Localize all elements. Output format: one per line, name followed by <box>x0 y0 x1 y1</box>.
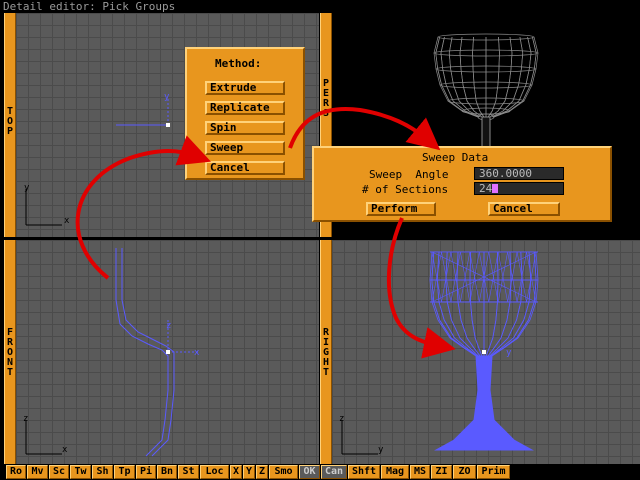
toolbar: Ro Mv Sc Tw Sh Tp Pi Bn St Loc X Y Z Smo OK Can Shft Mag M… <box>0 464 640 480</box>
sections-value: 24 <box>479 182 493 195</box>
axis-h-label: y <box>378 445 384 455</box>
label-char: T <box>322 367 330 378</box>
perform-button[interactable]: Perform <box>366 202 436 216</box>
svg-text:y: y <box>506 348 512 358</box>
svg-text:z: z <box>166 321 171 331</box>
viewport-label-right[interactable]: R I G H T <box>320 240 332 464</box>
toolbar-button-y[interactable]: Y <box>243 465 255 479</box>
toolbar-button-tw[interactable]: Tw <box>70 465 91 479</box>
toolbar-button-bn[interactable]: Bn <box>157 465 177 479</box>
method-menu: Method: Extrude Replicate Spin Sweep Can… <box>185 47 305 180</box>
viewport-label-top[interactable]: T O P <box>4 13 16 237</box>
sections-label: # of Sections <box>362 183 449 196</box>
toolbar-button-pi[interactable]: Pi <box>136 465 156 479</box>
toolbar-button-can[interactable]: Can <box>321 465 347 479</box>
toolbar-button-st[interactable]: St <box>178 465 199 479</box>
toolbar-button-ro[interactable]: Ro <box>6 465 26 479</box>
toolbar-button-prim[interactable]: Prim <box>477 465 510 479</box>
spin-button[interactable]: Spin <box>205 121 285 135</box>
sweep-angle-value: 360.0000 <box>479 167 532 180</box>
window-title: Detail editor: Pick Groups <box>0 0 640 13</box>
text-cursor <box>492 184 499 193</box>
front-profile-curve: z x <box>25 248 200 457</box>
axis-v-label: z <box>23 414 29 424</box>
toolbar-button-loc[interactable]: Loc <box>200 465 229 479</box>
svg-text:y: y <box>164 92 170 102</box>
toolbar-button-z[interactable]: Z <box>256 465 268 479</box>
axis-h-label: x <box>64 216 70 226</box>
axis-v-label: y <box>24 183 30 193</box>
viewport-right[interactable]: y y z <box>332 240 640 464</box>
cancel-sweep-button[interactable]: Cancel <box>488 202 560 216</box>
toolbar-button-ms[interactable]: MS <box>410 465 430 479</box>
label-char: T <box>6 367 14 378</box>
sections-input[interactable]: 24 <box>474 182 564 195</box>
toolbar-button-zi[interactable]: ZI <box>431 465 452 479</box>
sweep-angle-label: Sweep Angle <box>369 168 449 181</box>
label-char: S <box>322 108 330 119</box>
replicate-button[interactable]: Replicate <box>205 101 285 115</box>
svg-text:x: x <box>194 348 200 358</box>
axis-h-label: x <box>62 445 68 455</box>
toolbar-button-tp[interactable]: Tp <box>114 465 135 479</box>
toolbar-button-zo[interactable]: ZO <box>453 465 476 479</box>
label-char: P <box>6 126 14 137</box>
viewport-label-front[interactable]: F R O N T <box>4 240 16 464</box>
extrude-button[interactable]: Extrude <box>205 81 285 95</box>
axis-v-label: z <box>339 414 345 424</box>
method-menu-title: Method: <box>215 57 262 70</box>
viewport-front[interactable]: z x x z <box>16 240 319 464</box>
right-goblet-wireframe: y <box>341 251 539 455</box>
sweep-angle-input[interactable]: 360.0000 <box>474 167 564 180</box>
toolbar-button-ok[interactable]: OK <box>299 465 320 479</box>
sweep-dialog-title: Sweep Data <box>422 151 489 164</box>
toolbar-button-mag[interactable]: Mag <box>381 465 409 479</box>
toolbar-button-x[interactable]: X <box>230 465 242 479</box>
toolbar-button-smo[interactable]: Smo <box>269 465 298 479</box>
sweep-data-dialog: Sweep Data Sweep Angle 360.0000 # of Sec… <box>312 146 612 222</box>
cancel-method-button[interactable]: Cancel <box>205 161 285 175</box>
toolbar-button-mv[interactable]: Mv <box>27 465 48 479</box>
toolbar-button-sc[interactable]: Sc <box>49 465 69 479</box>
toolbar-button-shft[interactable]: Shft <box>348 465 380 479</box>
sweep-button[interactable]: Sweep <box>205 141 285 155</box>
toolbar-button-sh[interactable]: Sh <box>92 465 113 479</box>
